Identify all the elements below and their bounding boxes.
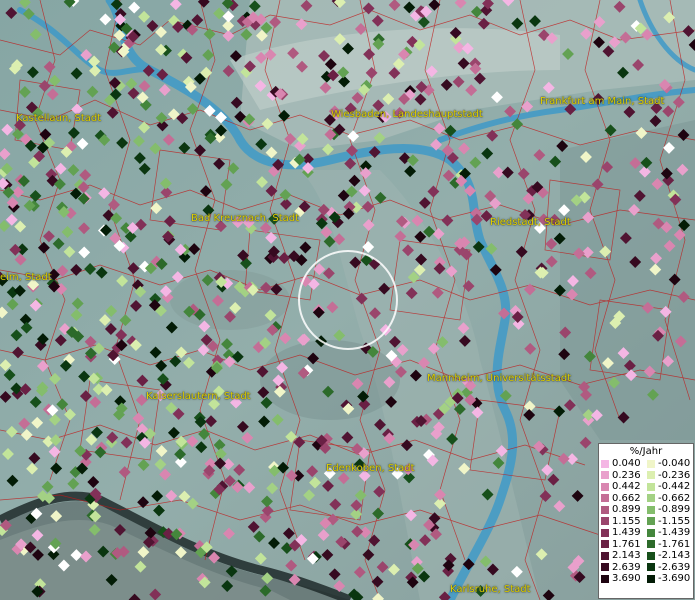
label-karlsruhe: Karlsruhe, Stadt xyxy=(450,584,531,595)
legend-swatch-positive xyxy=(601,540,609,549)
legend-row: 1.761 -1.761 xyxy=(601,539,693,551)
legend-row: 1.155 -1.155 xyxy=(601,516,693,528)
legend-value-negative: -1.439 xyxy=(658,527,691,538)
legend-value-positive: 0.236 xyxy=(612,469,641,481)
legend-swatch-positive xyxy=(601,517,609,526)
legend-swatch-negative xyxy=(647,540,655,549)
legend-value-positive: 1.439 xyxy=(612,527,641,538)
label-wiesbaden: Wiesbaden, Landeshauptstadt xyxy=(331,109,483,120)
legend-swatch-negative xyxy=(647,574,655,583)
legend-value-negative: -3.690 xyxy=(658,573,691,584)
legend-title: %/Jahr xyxy=(629,446,663,457)
legend-value-positive: 1.761 xyxy=(612,538,641,550)
legend-value-negative: -0.899 xyxy=(658,504,691,515)
legend-row: 0.899 -0.899 xyxy=(601,504,693,516)
legend-value-negative: -1.761 xyxy=(658,538,691,550)
legend-value-negative: -1.155 xyxy=(658,515,691,527)
legend-rows: 0.040 -0.040 0.236 -0.236 0.442 -0.442 0… xyxy=(599,458,693,585)
legend-swatch-positive xyxy=(601,574,609,583)
legend-swatch-negative xyxy=(647,471,655,480)
legend-value-positive: 0.662 xyxy=(612,492,641,504)
legend-row: 1.439 -1.439 xyxy=(601,527,693,539)
legend-value-positive: 2.143 xyxy=(612,550,641,561)
legend-value-negative: -0.040 xyxy=(658,458,691,469)
legend-swatch-positive xyxy=(601,528,609,537)
legend-value-positive: 2.639 xyxy=(612,561,641,573)
legend-value-negative: -2.639 xyxy=(658,561,691,573)
legend-row: 0.236 -0.236 xyxy=(601,470,693,482)
legend-row: 0.040 -0.040 xyxy=(601,458,693,470)
legend-row: 2.639 -2.639 xyxy=(601,562,693,574)
legend-swatch-positive xyxy=(601,459,609,468)
legend-swatch-positive xyxy=(601,551,609,560)
legend-value-positive: 3.690 xyxy=(612,573,641,584)
legend-row: 3.690 -3.690 xyxy=(601,573,693,585)
legend-row: 2.143 -2.143 xyxy=(601,550,693,562)
legend-swatch-positive xyxy=(601,494,609,503)
legend-swatch-negative xyxy=(647,482,655,491)
legend-swatch-negative xyxy=(647,459,655,468)
legend-value-negative: -0.236 xyxy=(658,469,691,481)
legend-swatch-negative xyxy=(647,528,655,537)
legend-swatch-positive xyxy=(601,505,609,514)
legend-row: 0.442 -0.442 xyxy=(601,481,693,493)
legend-value-negative: -0.442 xyxy=(658,481,691,492)
legend-value-positive: 0.040 xyxy=(612,458,641,469)
legend-value-positive: 0.442 xyxy=(612,481,641,492)
legend-swatch-positive xyxy=(601,471,609,480)
legend-value-negative: -2.143 xyxy=(658,550,691,561)
legend-row: 0.662 -0.662 xyxy=(601,493,693,505)
label-frankfurt: Frankfurt am Main, Stadt xyxy=(540,96,665,107)
label-kastellaun: Kastellaun, Stadt xyxy=(16,113,102,124)
label-left-edge: eim, Stadt xyxy=(0,272,52,283)
legend-swatch-negative xyxy=(647,494,655,503)
label-bad-kreuznach: Bad Kreuznach, Stadt xyxy=(191,213,300,224)
legend-swatch-positive xyxy=(601,563,609,572)
legend-swatch-negative xyxy=(647,517,655,526)
legend-value-negative: -0.662 xyxy=(658,492,691,504)
legend: %/Jahr 0.040 -0.040 0.236 -0.236 0.442 -… xyxy=(598,443,694,599)
legend-swatch-negative xyxy=(647,563,655,572)
legend-swatch-negative xyxy=(647,505,655,514)
label-mannheim: Mannheim, Universitätsstadt xyxy=(427,373,572,384)
legend-value-positive: 1.155 xyxy=(612,515,641,527)
label-kaiserslautern: Kaiserslautern, Stadt xyxy=(146,391,251,402)
legend-value-positive: 0.899 xyxy=(612,504,641,515)
legend-swatch-negative xyxy=(647,551,655,560)
label-riedstadt: Riedstadt, Stadt xyxy=(490,217,571,228)
legend-swatch-positive xyxy=(601,482,609,491)
map-canvas[interactable] xyxy=(0,0,695,600)
label-edenkoben: Edenkoben, Stadt xyxy=(326,463,415,474)
